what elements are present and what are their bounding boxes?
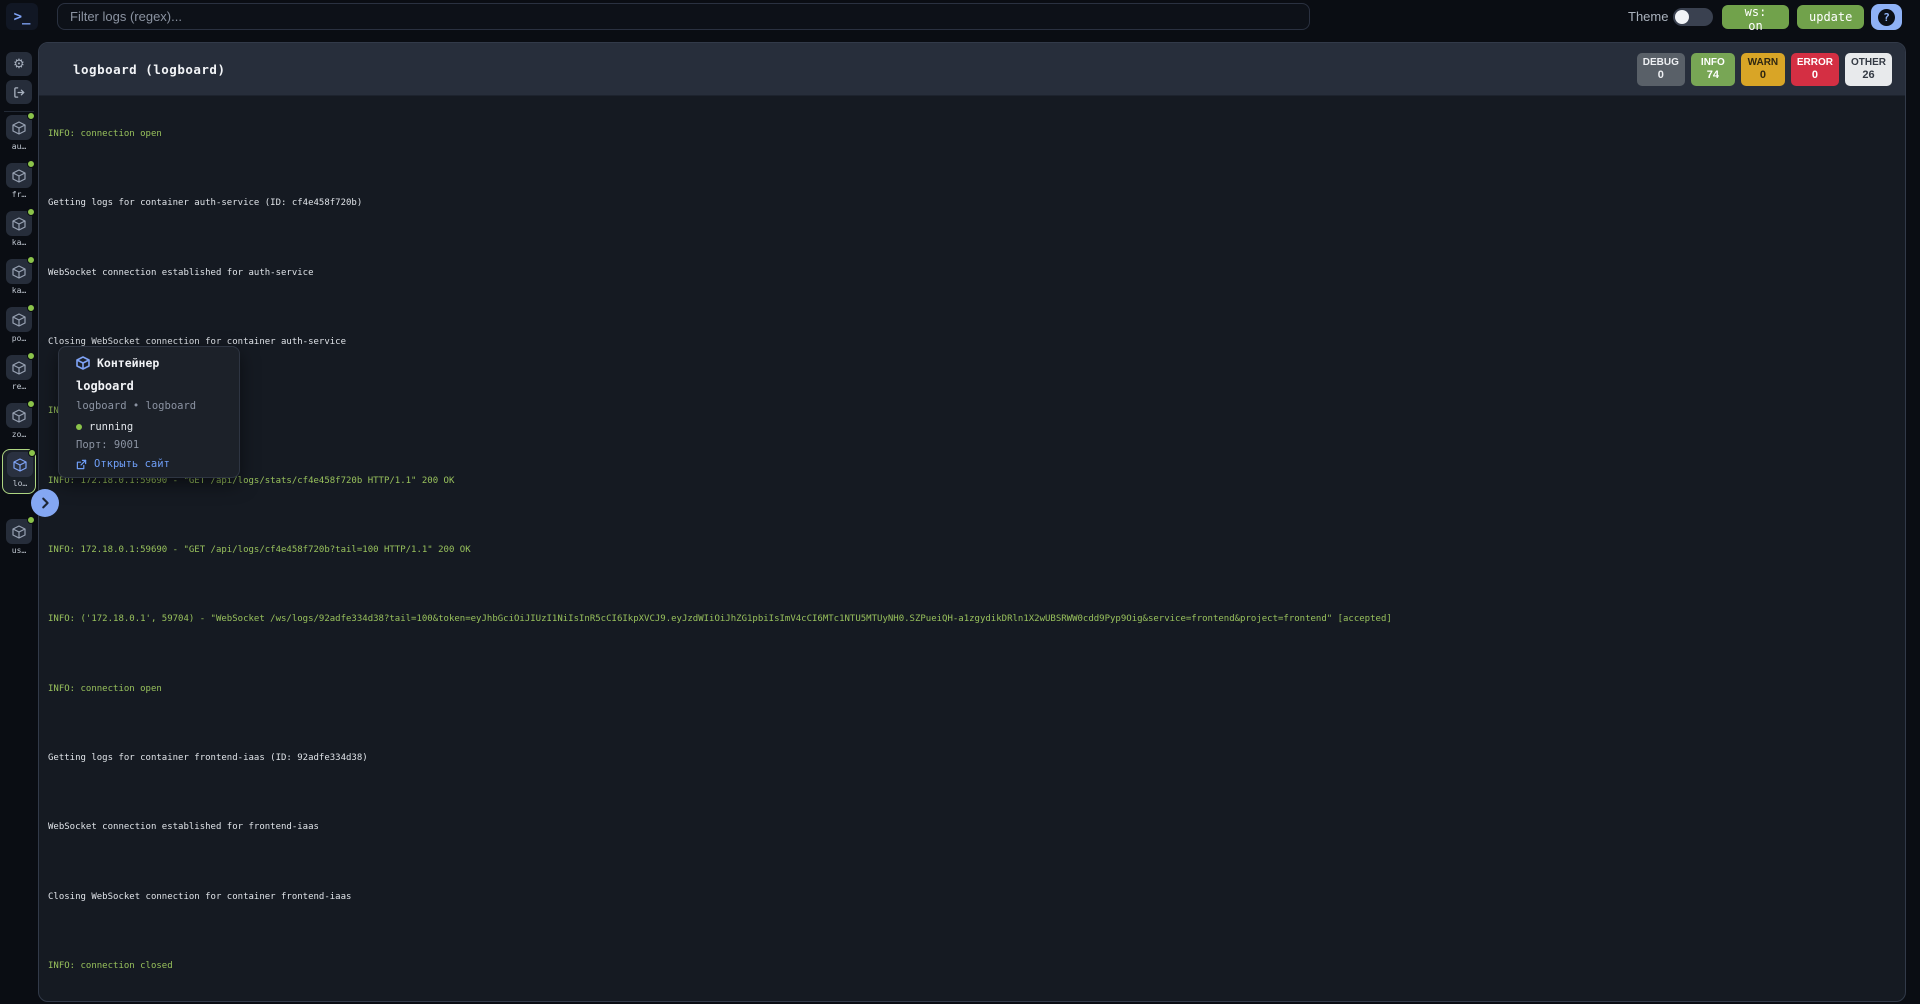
status-dot — [27, 208, 35, 216]
container-cube-icon — [13, 458, 27, 472]
container-cube-icon — [12, 313, 26, 327]
badge-label: OTHER — [1851, 57, 1886, 69]
page-title: logboard (logboard) — [73, 62, 226, 77]
sidebar-container-item[interactable]: us… — [2, 517, 36, 562]
container-label: lo… — [3, 479, 37, 488]
container-cube-icon — [12, 361, 26, 375]
badge-label: DEBUG — [1643, 57, 1679, 69]
tooltip-title: Контейнер — [97, 356, 159, 370]
sidebar-container-item[interactable]: lo… — [2, 449, 36, 494]
status-dot — [28, 449, 36, 457]
log-line: Closing WebSocket connection for contain… — [48, 890, 1905, 905]
log-line: INFO: connection closed — [48, 959, 1905, 974]
level-badge[interactable]: WARN 0 — [1741, 53, 1785, 86]
sidebar-container-item[interactable]: ka… — [2, 209, 36, 254]
sidebar-container-item[interactable]: zo… — [2, 401, 36, 446]
log-line: INFO: 172.18.0.1:59690 - "GET /api/logs/… — [48, 474, 1905, 489]
container-label: re… — [2, 382, 36, 391]
tooltip-subtitle: logboard • logboard — [76, 400, 196, 412]
container-label: us… — [2, 546, 36, 555]
sidebar-container-item[interactable]: ka… — [2, 257, 36, 302]
badge-label: INFO — [1701, 57, 1725, 69]
level-badge[interactable]: DEBUG 0 — [1637, 53, 1685, 86]
level-badge[interactable]: INFO 74 — [1691, 53, 1735, 86]
status-dot — [27, 352, 35, 360]
tooltip-status: running — [89, 421, 133, 433]
badge-label: WARN — [1748, 57, 1779, 69]
level-badge[interactable]: OTHER 26 — [1845, 53, 1892, 86]
filter-logs-input[interactable] — [57, 3, 1310, 30]
sidebar: ⚙ au… fr… ka… — [0, 33, 38, 1004]
theme-toggle[interactable] — [1673, 8, 1713, 26]
container-label: ka… — [2, 238, 36, 247]
log-line: WebSocket connection established for fro… — [48, 820, 1905, 835]
badge-count: 0 — [1760, 69, 1766, 82]
status-dot — [27, 112, 35, 120]
container-label: po… — [2, 334, 36, 343]
sidebar-container-item[interactable]: po… — [2, 305, 36, 350]
container-label: fr… — [2, 190, 36, 199]
container-cube-icon — [76, 356, 90, 370]
sidebar-container-item[interactable]: fr… — [2, 161, 36, 206]
status-dot — [27, 304, 35, 312]
container-cube-icon — [12, 121, 26, 135]
log-line: INFO: ('172.18.0.1', 59704) - "WebSocket… — [48, 612, 1905, 627]
log-line: Closing WebSocket connection for contain… — [48, 335, 1905, 350]
container-cube-icon — [12, 409, 26, 423]
status-dot — [27, 400, 35, 408]
container-cube-icon — [12, 525, 26, 539]
help-button[interactable]: ? — [1871, 4, 1902, 30]
badge-count: 0 — [1658, 69, 1664, 82]
container-label: zo… — [2, 430, 36, 439]
question-mark-icon: ? — [1878, 9, 1895, 26]
container-tooltip: Контейнер logboard logboard • logboard r… — [58, 346, 240, 478]
open-site-link[interactable]: Открыть сайт — [76, 458, 170, 470]
container-cube-icon — [12, 169, 26, 183]
status-dot — [27, 256, 35, 264]
badge-count: 26 — [1862, 69, 1874, 82]
level-badges: DEBUG 0 INFO 74 WARN 0 ERROR 0 OTHER 26 — [1637, 53, 1892, 86]
logout-icon[interactable] — [6, 80, 32, 104]
log-line: WebSocket connection established for aut… — [48, 266, 1905, 281]
badge-count: 74 — [1707, 69, 1719, 82]
log-line: Getting logs for container frontend-iaas… — [48, 751, 1905, 766]
log-panel: logboard (logboard) DEBUG 0 INFO 74 WARN… — [38, 42, 1906, 1002]
toggle-knob — [1675, 10, 1689, 24]
status-dot — [27, 160, 35, 168]
sidebar-container-item[interactable]: re… — [2, 353, 36, 398]
container-label: ka… — [2, 286, 36, 295]
log-line: INFO: connection open — [48, 682, 1905, 697]
update-button[interactable]: update — [1797, 5, 1864, 29]
log-line: INFO: connection open — [48, 127, 1905, 142]
log-line: INFO: connection closed — [48, 404, 1905, 419]
badge-count: 0 — [1812, 69, 1818, 82]
ws-toggle-button[interactable]: ws: on — [1722, 5, 1789, 29]
log-line: INFO: 172.18.0.1:59690 - "GET /api/logs/… — [48, 543, 1905, 558]
panel-header: logboard (logboard) DEBUG 0 INFO 74 WARN… — [39, 43, 1905, 96]
expand-sidebar-button[interactable] — [31, 489, 59, 517]
sidebar-container-item[interactable]: au… — [2, 113, 36, 158]
settings-gear-icon[interactable]: ⚙ — [6, 52, 32, 76]
level-badge[interactable]: ERROR 0 — [1791, 53, 1839, 86]
terminal-logo-icon: >_ — [6, 3, 38, 30]
top-bar: >_ Theme ws: on update ? — [0, 0, 1920, 33]
container-label: au… — [2, 142, 36, 151]
tooltip-port: Порт: 9001 — [76, 439, 139, 451]
status-dot — [27, 516, 35, 524]
log-line: Getting logs for container auth-service … — [48, 196, 1905, 211]
log-output[interactable]: INFO: connection open Getting logs for c… — [39, 97, 1905, 1002]
external-link-icon — [76, 459, 87, 470]
container-cube-icon — [12, 265, 26, 279]
theme-label: Theme — [1628, 8, 1668, 25]
container-cube-icon — [12, 217, 26, 231]
badge-label: ERROR — [1797, 57, 1833, 69]
running-status-dot — [76, 424, 82, 430]
tooltip-container-name: logboard — [76, 379, 134, 393]
